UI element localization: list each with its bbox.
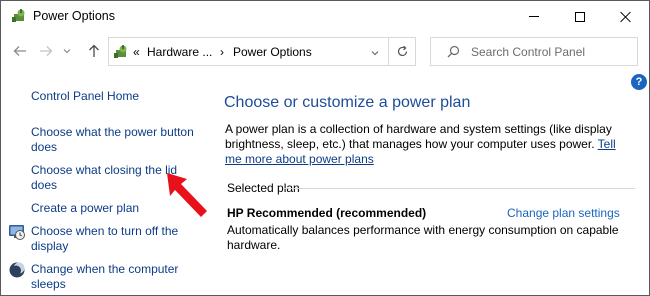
- search-icon: [447, 45, 460, 58]
- up-arrow-icon: [89, 44, 99, 57]
- minimize-button[interactable]: [511, 1, 557, 32]
- power-options-window: Power Options « Hardware ... › Power Opt…: [0, 0, 650, 296]
- section-divider: [283, 188, 635, 189]
- close-button[interactable]: [603, 1, 649, 32]
- search-input[interactable]: Search Control Panel: [471, 45, 585, 59]
- sidebar-item-label: display: [31, 239, 69, 253]
- plan-summary: Automatically balances performance with …: [227, 223, 619, 252]
- refresh-button[interactable]: [389, 37, 416, 66]
- sidebar-item-label: Change when the computer: [31, 262, 179, 276]
- maximize-icon: [575, 11, 585, 22]
- control-panel-home-link[interactable]: Control Panel Home: [31, 89, 139, 104]
- window-title: Power Options: [33, 9, 115, 23]
- refresh-icon: [397, 45, 407, 57]
- sidebar-item-label: does: [31, 178, 58, 192]
- close-icon: [620, 11, 632, 23]
- maximize-button[interactable]: [557, 1, 603, 32]
- forward-arrow-icon: [40, 46, 53, 56]
- back-arrow-icon: [13, 46, 26, 56]
- plan-description-text: A power plan is a collection of hardware…: [225, 122, 635, 167]
- change-plan-settings-link[interactable]: Change plan settings: [507, 206, 620, 220]
- help-icon[interactable]: ?: [631, 74, 647, 90]
- recent-chevron-icon: [63, 49, 71, 54]
- sidebar-item-turn-off-display[interactable]: Choose when to turn off the display: [31, 224, 178, 254]
- sidebar-item-label: sleeps: [31, 277, 66, 291]
- breadcrumb-hardware[interactable]: Hardware ...: [147, 45, 212, 59]
- sidebar-item-create-plan[interactable]: Create a power plan: [31, 201, 139, 216]
- red-arrow-annotation: [167, 173, 207, 217]
- description-text: A power plan is a collection of hardware…: [225, 122, 612, 151]
- display-timer-icon: [9, 225, 25, 240]
- sidebar-item-label: does: [31, 140, 58, 154]
- sleep-moon-icon: [9, 262, 25, 278]
- sidebar-item-label: Create a power plan: [31, 201, 140, 215]
- breadcrumb-separator[interactable]: ›: [220, 45, 224, 59]
- sidebar-item-label: Choose when to turn off the: [31, 224, 179, 238]
- search-box[interactable]: Search Control Panel: [430, 37, 638, 66]
- title-bar: Power Options: [1, 1, 649, 32]
- address-bar[interactable]: « Hardware ... › Power Options: [108, 37, 389, 66]
- sidebar-item-label: Choose what the power button: [31, 125, 194, 139]
- breadcrumb-power-options[interactable]: Power Options: [233, 45, 312, 59]
- sidebar-item-power-button[interactable]: Choose what the power button does: [31, 125, 194, 155]
- power-options-icon: [114, 45, 127, 58]
- forward-button[interactable]: [37, 42, 55, 60]
- up-button[interactable]: [85, 42, 103, 60]
- back-button[interactable]: [11, 42, 29, 60]
- page-title: Choose or customize a power plan: [224, 94, 471, 111]
- power-options-icon: [12, 9, 25, 22]
- recent-locations-button[interactable]: [61, 42, 73, 60]
- address-dropdown-icon[interactable]: [371, 50, 379, 56]
- plan-name: HP Recommended (recommended): [227, 206, 427, 220]
- sidebar-item-label: Choose what closing the lid: [31, 163, 178, 177]
- breadcrumb-prefix[interactable]: «: [133, 45, 140, 59]
- navigation-bar: « Hardware ... › Power Options Search Co…: [1, 34, 649, 70]
- minimize-icon: [529, 16, 539, 17]
- sidebar-item-closing-lid[interactable]: Choose what closing the lid does: [31, 163, 177, 193]
- sidebar-item-computer-sleeps[interactable]: Change when the computer sleeps: [31, 262, 178, 292]
